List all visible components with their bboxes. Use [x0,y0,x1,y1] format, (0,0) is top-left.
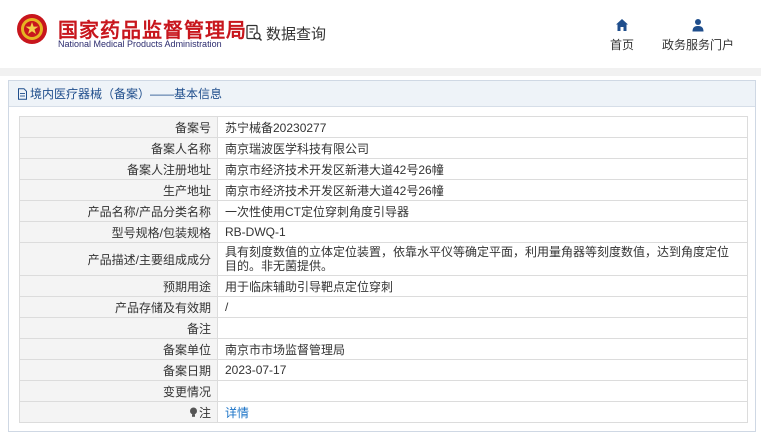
table-row: 产品名称/产品分类名称 一次性使用CT定位穿刺角度引导器 [19,200,748,222]
nav-home[interactable]: 首页 [608,18,636,53]
field-label: 产品存储及有效期 [19,296,218,318]
field-label: 生产地址 [19,179,218,201]
data-query-link[interactable]: 数据查询 [266,23,326,44]
nav-gov-label: 政务服务门户 [661,38,734,52]
table-row: 生产地址 南京市经济技术开发区新港大道42号26幢 [19,179,748,201]
field-value: 详情 [217,401,748,423]
table-row: 备案人名称 南京瑞波医学科技有限公司 [19,137,748,159]
field-label: 备案号 [19,116,218,138]
field-label: 备注 [19,317,218,339]
field-label: 备案日期 [19,359,218,381]
record-info-table: 备案号 苏宁械备20230277 备案人名称 南京瑞波医学科技有限公司 备案人注… [19,116,748,423]
field-value: 2023-07-17 [217,359,748,381]
table-row: 产品存储及有效期 / [19,296,748,318]
panel-header: 境内医疗器械（备案）——基本信息 [9,81,755,107]
field-value: / [217,296,748,318]
table-row: 注 详情 [19,401,748,423]
field-label: 变更情况 [19,380,218,402]
national-emblem-icon[interactable] [16,13,48,45]
field-value: 南京市经济技术开发区新港大道42号26幢 [217,158,748,180]
table-row: 备案人注册地址 南京市经济技术开发区新港大道42号26幢 [19,158,748,180]
field-label: 产品描述/主要组成成分 [19,242,218,276]
table-row: 型号规格/包装规格 RB-DWQ-1 [19,221,748,243]
field-label: 产品名称/产品分类名称 [19,200,218,222]
field-value [217,380,748,402]
table-row: 备案单位 南京市市场监督管理局 [19,338,748,360]
user-icon [692,19,704,32]
field-label: 备案人注册地址 [19,158,218,180]
table-row: 备案号 苏宁械备20230277 [19,116,748,138]
field-label: 预期用途 [19,275,218,297]
field-label: 型号规格/包装规格 [19,221,218,243]
header-divider [0,68,761,76]
site-subtitle: National Medical Products Administration [58,39,222,49]
document-icon [18,87,27,100]
nav-gov-service-portal[interactable]: 政务服务门户 [660,18,736,53]
note-label: 注 [198,405,211,420]
field-value: 南京市市场监督管理局 [217,338,748,360]
table-row: 备注 [19,317,748,339]
field-value [217,317,748,339]
table-row: 产品描述/主要组成成分 具有刻度数值的立体定位装置，依靠水平仪等确定平面，利用量… [19,242,748,276]
field-value: 具有刻度数值的立体定位装置，依靠水平仪等确定平面，利用量角器等刻度数值，达到角度… [217,242,748,276]
field-label: 备案人名称 [19,137,218,159]
table-row: 变更情况 [19,380,748,402]
field-label-note: 注 [19,401,218,423]
table-row: 预期用途 用于临床辅助引导靶点定位穿刺 [19,275,748,297]
field-value: 用于临床辅助引导靶点定位穿刺 [217,275,748,297]
field-value: RB-DWQ-1 [217,221,748,243]
panel-title: 境内医疗器械（备案）——基本信息 [30,87,223,101]
site-header: 国家药品监督管理局 National Medical Products Admi… [0,0,761,68]
document-search-icon[interactable] [245,24,263,42]
lightbulb-icon [189,407,197,417]
home-icon [616,19,628,31]
field-value: 一次性使用CT定位穿刺角度引导器 [217,200,748,222]
details-link[interactable]: 详情 [225,406,249,420]
info-panel: 境内医疗器械（备案）——基本信息 备案号 苏宁械备20230277 备案人名称 … [8,80,756,432]
field-label: 备案单位 [19,338,218,360]
field-value: 苏宁械备20230277 [217,116,748,138]
nav-home-label: 首页 [609,38,634,52]
field-value: 南京市经济技术开发区新港大道42号26幢 [217,179,748,201]
field-value: 南京瑞波医学科技有限公司 [217,137,748,159]
table-row: 备案日期 2023-07-17 [19,359,748,381]
